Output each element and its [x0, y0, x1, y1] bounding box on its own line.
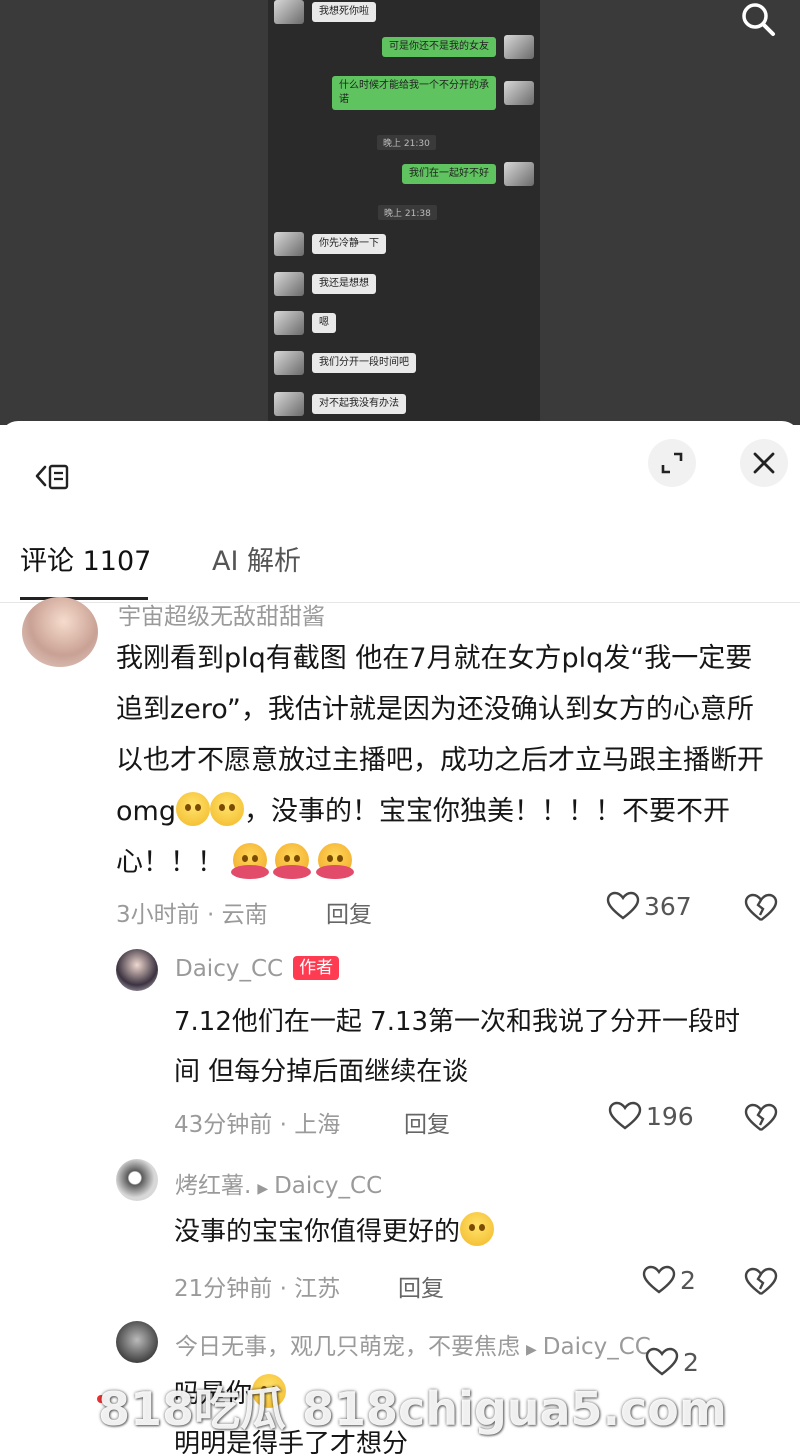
author-badge: 作者 — [293, 956, 340, 980]
search-button[interactable] — [734, 0, 786, 44]
tab-ai-analysis[interactable]: AI 解析 — [212, 539, 301, 578]
avatar — [274, 232, 304, 256]
avatar — [504, 162, 534, 186]
chat-message: 我们在一起好不好 — [402, 162, 534, 186]
hug-emoji-icon — [315, 843, 354, 879]
like-count: 196 — [646, 1101, 694, 1131]
avatar — [504, 81, 534, 105]
avatar — [274, 0, 304, 24]
reply-button[interactable]: 回复 — [326, 895, 372, 929]
broken-heart-icon — [744, 893, 778, 921]
reply-button[interactable]: 回复 — [404, 1105, 450, 1139]
heart-icon — [608, 1101, 642, 1130]
comment-text: 我刚看到plq有截图 他在7月就在女方plq发“我一定要追到zero”，我估计就… — [116, 643, 764, 879]
chat-screenshot: 我想死你啦 可是你还不是我的女友 什么时候才能给我一个不分开的承诺 晚上 21:… — [268, 0, 540, 425]
tab-comments[interactable]: 评论 1107 — [20, 539, 151, 578]
like-button[interactable]: 367 — [606, 891, 692, 921]
expand-icon — [661, 452, 683, 474]
smug-emoji-icon — [460, 1212, 495, 1246]
like-button[interactable]: 2 — [642, 1265, 696, 1295]
comment-meta: 43分钟前 · 上海 — [174, 1112, 341, 1138]
watermark: 818吃瓜 818chigua5.com — [98, 1382, 727, 1436]
chat-message: 嗯 — [274, 311, 336, 335]
avatar[interactable] — [116, 1159, 158, 1201]
expand-button[interactable] — [648, 439, 696, 487]
heart-icon — [642, 1265, 676, 1294]
broken-heart-icon — [744, 1103, 778, 1131]
comment-author[interactable]: 烤红薯. ▶ Daicy_CC — [175, 1166, 382, 1200]
comment-author[interactable]: 今日无事，观几只萌宠，不要焦虑 ▶ Daicy_CC — [175, 1327, 651, 1361]
dislike-button[interactable] — [744, 893, 778, 927]
search-icon — [742, 3, 775, 36]
reply-arrow-icon: ▶ — [526, 1342, 537, 1358]
comment-text: 没事的宝宝你值得更好的 — [174, 1207, 764, 1257]
chat-message: 我还是想想 — [274, 272, 376, 296]
chat-message: 什么时候才能给我一个不分开的承诺 — [332, 76, 534, 110]
chat-message: 我想死你啦 — [274, 0, 376, 24]
video-player[interactable]: 我想死你啦 可是你还不是我的女友 什么时候才能给我一个不分开的承诺 晚上 21:… — [0, 0, 800, 425]
back-list-icon — [35, 464, 69, 490]
comment-meta: 3小时前 · 云南 — [116, 902, 268, 928]
broken-heart-icon — [744, 1267, 778, 1295]
dislike-button[interactable] — [744, 1103, 778, 1137]
avatar[interactable] — [22, 597, 98, 667]
avatar — [274, 392, 304, 416]
avatar — [274, 351, 304, 375]
reply-button[interactable]: 回复 — [398, 1269, 444, 1303]
reply-arrow-icon: ▶ — [257, 1181, 269, 1197]
avatar — [504, 35, 534, 59]
comment-text: 7.12他们在一起 7.13第一次和我说了分开一段时间 但每分掉后面继续在谈 — [174, 1007, 741, 1087]
chat-message: 对不起我没有办法 — [274, 392, 406, 416]
dislike-button[interactable] — [744, 1267, 778, 1301]
hug-emoji-icon — [273, 843, 312, 879]
pleading-emoji-icon — [175, 792, 210, 826]
avatar[interactable] — [116, 949, 158, 991]
comment-sheet: 评论 1107 AI 解析 宇宙超级无敌甜甜酱 我刚看到plq有截图 他在7月就… — [0, 421, 800, 1454]
avatar — [274, 311, 304, 335]
like-count: 367 — [644, 891, 692, 921]
avatar[interactable] — [116, 1321, 158, 1363]
avatar — [274, 272, 304, 296]
like-button[interactable]: 196 — [608, 1101, 694, 1131]
comment-meta: 21分钟前 · 江苏 — [174, 1276, 341, 1302]
like-count: 2 — [680, 1265, 696, 1295]
back-button[interactable] — [30, 461, 80, 501]
chat-timestamp: 晚上 21:30 — [377, 135, 436, 150]
close-button[interactable] — [740, 439, 788, 487]
chat-message: 我们分开一段时间吧 — [274, 351, 416, 375]
comment-author[interactable]: 宇宙超级无敌甜甜酱 — [118, 597, 325, 631]
pleading-emoji-icon — [209, 792, 244, 826]
comment-author[interactable]: Daicy_CC 作者 — [175, 956, 340, 982]
hug-emoji-icon — [230, 843, 269, 879]
close-icon — [753, 452, 775, 474]
chat-message: 可是你还不是我的女友 — [382, 35, 534, 59]
chat-message: 你先冷静一下 — [274, 232, 386, 256]
heart-icon — [606, 891, 640, 920]
chat-timestamp: 晚上 21:38 — [378, 205, 437, 220]
